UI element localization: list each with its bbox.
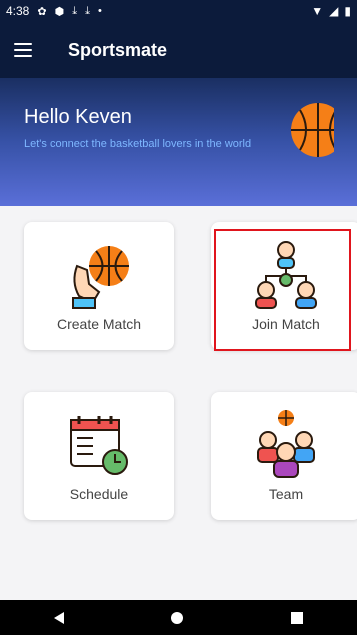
system-nav-bar	[0, 600, 357, 635]
calendar-clock-icon	[70, 416, 128, 475]
create-match-label: Create Match	[56, 316, 142, 332]
schedule-card[interactable]: Schedule	[24, 392, 174, 520]
app-title: Sportsmate	[68, 39, 168, 60]
menu-icon[interactable]	[14, 43, 32, 57]
network-people-icon	[255, 241, 317, 309]
recent-apps-icon[interactable]	[291, 611, 304, 624]
team-card[interactable]: Team	[211, 392, 357, 520]
hero-subtitle: Let's connect the basketball lovers in t…	[24, 138, 252, 150]
hero-banner: Hello Keven Let's connect the basketball…	[0, 78, 357, 206]
signal-icon: ◢	[329, 4, 339, 18]
join-match-label: Join Match	[252, 316, 320, 332]
shield-icon: ⬢	[54, 5, 65, 18]
hand-basketball-icon	[72, 246, 129, 309]
download-icon: ⤓	[85, 4, 90, 17]
download-icon: ⤓	[72, 4, 78, 17]
greeting: Hello Keven	[24, 106, 132, 128]
home-icon[interactable]	[171, 611, 184, 624]
status-time: 4:38	[6, 4, 30, 18]
battery-icon: ▮	[344, 4, 351, 18]
team-label: Team	[268, 486, 304, 502]
status-bar: 4:38 ✿ ⬢ ⤓ ⤓ • ▼ ◢ ▮	[0, 0, 357, 22]
basketball-icon	[291, 103, 334, 157]
dot-icon: •	[97, 5, 102, 17]
join-match-card[interactable]: Join Match	[211, 222, 357, 350]
gear-icon: ✿	[37, 5, 47, 18]
app-bar: Sportsmate	[0, 22, 357, 78]
team-icon	[257, 410, 315, 478]
schedule-label: Schedule	[69, 486, 129, 502]
wifi-icon: ▼	[311, 4, 324, 18]
create-match-card[interactable]: Create Match	[24, 222, 174, 350]
back-icon[interactable]	[53, 611, 64, 624]
